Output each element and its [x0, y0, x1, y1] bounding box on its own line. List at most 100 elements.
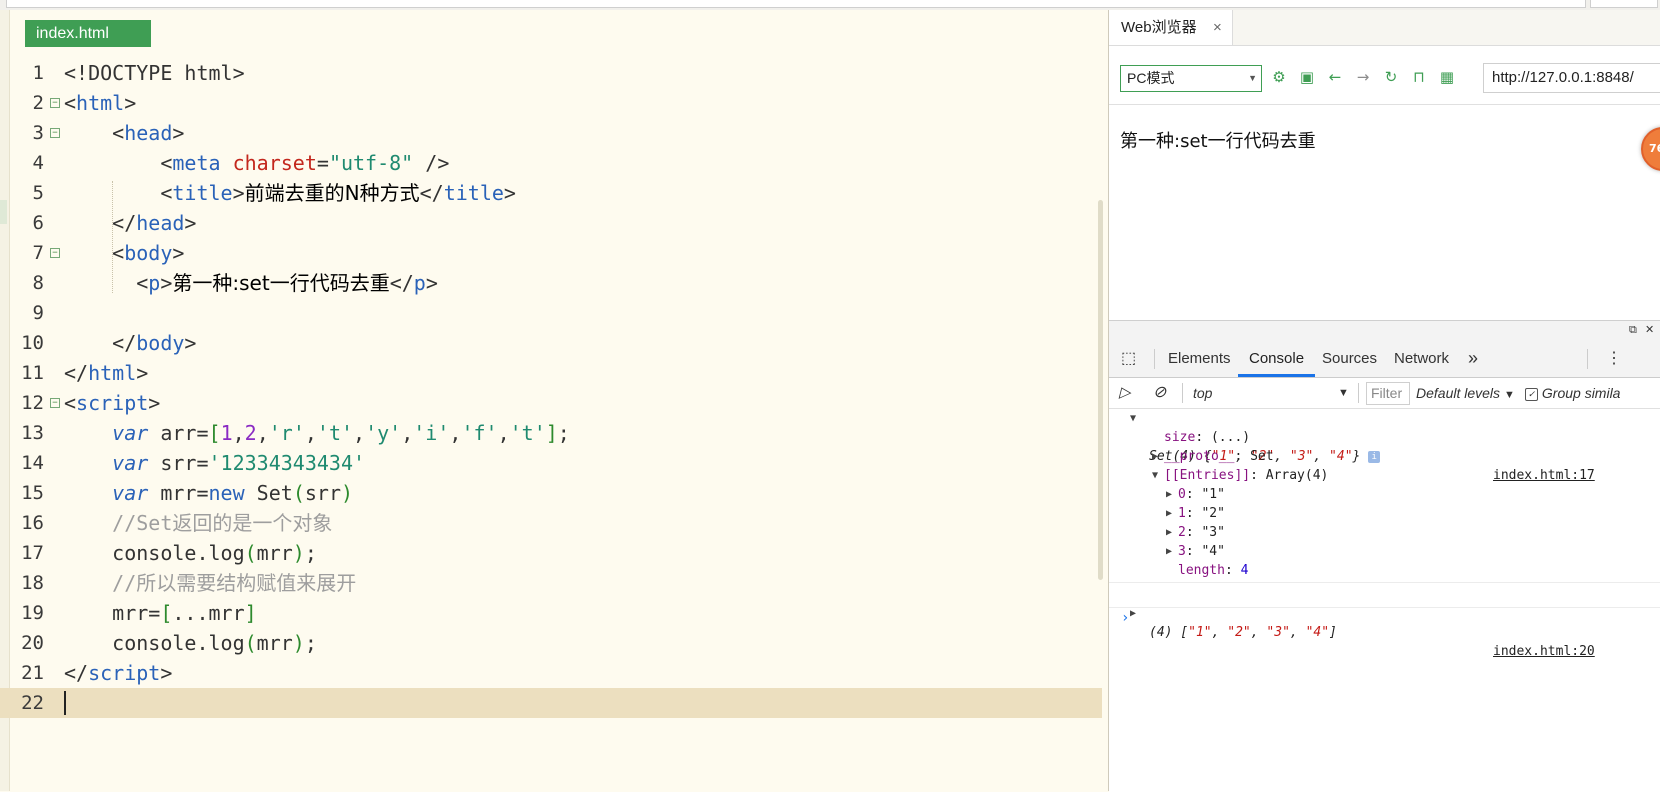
- console-prop-proto[interactable]: ▶ __proto__: Set: [1109, 447, 1660, 466]
- close-icon[interactable]: ×: [1213, 10, 1222, 45]
- code-text: var srr='12334343434': [112, 451, 366, 475]
- code-line[interactable]: 6 </head>: [0, 208, 1108, 238]
- file-tab-index-html[interactable]: index.html: [25, 20, 151, 47]
- expand-triangle-icon[interactable]: ▶: [1166, 523, 1172, 542]
- tab-elements[interactable]: Elements: [1168, 340, 1231, 377]
- qr-code-icon[interactable]: ▦: [1437, 67, 1457, 87]
- code-text: <title>前端去重的N种方式</title>: [64, 181, 516, 205]
- code-line[interactable]: 17 console.log(mrr);: [0, 538, 1108, 568]
- expand-triangle-icon[interactable]: ▼: [1152, 466, 1158, 485]
- console-entry-item[interactable]: ▶ 1: "2": [1109, 504, 1660, 523]
- code-line[interactable]: 10 </body>: [0, 328, 1108, 358]
- code-text: <body>: [64, 241, 185, 265]
- sidebar-toggle-icon[interactable]: ▷: [1119, 378, 1131, 408]
- expand-triangle-icon[interactable]: ▶: [1166, 485, 1172, 504]
- code-text: //所以需要结构赋值来展开: [64, 571, 357, 595]
- code-line[interactable]: 13 var arr=[1,2,'r','t','y','i','f','t']…: [0, 418, 1108, 448]
- entry-divider: [1109, 607, 1660, 608]
- chevron-down-icon[interactable]: ▼: [1338, 378, 1349, 408]
- code-line[interactable]: 4 <meta charset="utf-8" />: [0, 148, 1108, 178]
- refresh-icon[interactable]: ↻: [1381, 67, 1401, 87]
- tab-sources[interactable]: Sources: [1322, 340, 1377, 377]
- console-prop-size: size: (...): [1164, 430, 1251, 445]
- code-line[interactable]: 8 <p>第一种:set一行代码去重</p>: [0, 268, 1108, 298]
- console-prop-entries[interactable]: ▼ [[Entries]]: Array(4): [1109, 466, 1660, 485]
- close-icon[interactable]: ✕: [1645, 323, 1654, 336]
- console-entry-item[interactable]: ▶ 0: "1": [1109, 485, 1660, 504]
- line-number: 21: [21, 662, 44, 684]
- browser-tab-bar: Web浏览器 ×: [1109, 10, 1660, 46]
- expand-triangle-icon[interactable]: ▶: [1166, 504, 1172, 523]
- expand-triangle-icon[interactable]: ▶: [1152, 447, 1158, 466]
- group-similar-checkbox[interactable]: ✓ Group simila: [1525, 378, 1620, 408]
- console-entry-item[interactable]: ▶ 3: "4": [1109, 542, 1660, 561]
- back-arrow-icon[interactable]: ←: [1325, 67, 1345, 87]
- code-line[interactable]: 3− <head>: [0, 118, 1108, 148]
- code-line[interactable]: 16 //Set返回的是一个对象: [0, 508, 1108, 538]
- forward-arrow-icon[interactable]: →: [1353, 67, 1373, 87]
- code-line[interactable]: 9: [0, 298, 1108, 328]
- console-entry-set[interactable]: ▼ Set(4) {"1", "2", "3", "4"} i index.ht…: [1109, 409, 1660, 483]
- code-text: console.log(mrr);: [64, 631, 317, 655]
- gear-icon[interactable]: ⚙: [1269, 67, 1289, 87]
- code-line[interactable]: 18 //所以需要结构赋值来展开: [0, 568, 1108, 598]
- code-text: <head>: [64, 121, 185, 145]
- code-line[interactable]: 15 var mrr=new Set(srr): [0, 478, 1108, 508]
- floating-badge[interactable]: 76: [1641, 127, 1660, 171]
- code-line[interactable]: 7− <body>: [0, 238, 1108, 268]
- code-line[interactable]: 22: [0, 688, 1102, 718]
- code-line[interactable]: 11 </html>: [0, 358, 1108, 388]
- code-line[interactable]: 2− <html>: [0, 88, 1108, 118]
- console-prompt-icon[interactable]: ›: [1121, 610, 1129, 626]
- source-link[interactable]: index.html:20: [1493, 642, 1595, 661]
- code-line[interactable]: 19 mrr=[...mrr]: [0, 598, 1108, 628]
- expand-triangle-icon[interactable]: ▶: [1166, 542, 1172, 561]
- editor-scrollbar[interactable]: [1098, 200, 1103, 580]
- console-entry-array[interactable]: ▶ (4) ["1", "2", "3", "4"] index.html:20: [1109, 585, 1660, 659]
- expand-triangle-icon[interactable]: ▼: [1130, 409, 1136, 428]
- line-number: 11: [21, 362, 44, 384]
- undock-icon[interactable]: ⧉: [1629, 323, 1637, 337]
- fold-toggle-icon[interactable]: −: [50, 248, 60, 258]
- clear-console-icon[interactable]: ⊘: [1153, 378, 1166, 408]
- code-line[interactable]: 1 <!DOCTYPE html>: [0, 58, 1108, 88]
- console-entry-item[interactable]: ▶ 2: "3": [1109, 523, 1660, 542]
- fold-toggle-icon[interactable]: −: [50, 128, 60, 138]
- code-line[interactable]: 12− <script>: [0, 388, 1108, 418]
- chevron-down-icon: ▼: [1503, 389, 1515, 401]
- lock-icon[interactable]: ⊓: [1409, 67, 1429, 87]
- code-editor[interactable]: index.html 1 <!DOCTYPE html> 2− <html> 3− <h…: [0, 10, 1108, 791]
- tab-network[interactable]: Network: [1394, 340, 1449, 377]
- web-browser-panel: Web浏览器 × PC模式 ▼ ⚙ ▣ ← → ↻ ⊓ ▦ http://127.…: [1109, 10, 1660, 792]
- devtools-window-controls: ⧉ ✕: [1109, 321, 1660, 340]
- context-select-value[interactable]: top: [1193, 378, 1212, 408]
- mode-select[interactable]: PC模式 ▼: [1120, 65, 1262, 92]
- line-number: 17: [21, 542, 44, 564]
- more-tabs-icon[interactable]: »: [1468, 340, 1478, 377]
- code-line[interactable]: 14 var srr='12334343434': [0, 448, 1108, 478]
- log-levels-select[interactable]: Default levels ▼: [1416, 378, 1515, 410]
- code-lines[interactable]: 1 <!DOCTYPE html> 2− <html> 3− <head> 4 <meta…: [0, 58, 1108, 718]
- code-text: </head>: [64, 211, 197, 235]
- text-cursor: [64, 691, 66, 715]
- code-line[interactable]: 5 <title>前端去重的N种方式</title>: [0, 178, 1108, 208]
- fold-toggle-icon[interactable]: −: [50, 98, 60, 108]
- line-number: 10: [21, 332, 44, 354]
- tab-console[interactable]: Console: [1238, 340, 1316, 377]
- code-line[interactable]: 20 console.log(mrr);: [0, 628, 1108, 658]
- terminal-icon[interactable]: ▣: [1297, 67, 1317, 87]
- line-number: 1: [32, 62, 44, 84]
- page-paragraph: 第一种:set一行代码去重: [1120, 131, 1316, 152]
- code-text: <script>: [64, 391, 161, 415]
- inspect-element-icon[interactable]: ⬚: [1121, 340, 1136, 377]
- console-filter-input[interactable]: Filter: [1366, 382, 1410, 405]
- code-line[interactable]: 21 </script>: [0, 658, 1108, 688]
- browser-toolbar: PC模式 ▼ ⚙ ▣ ← → ↻ ⊓ ▦ http://127.0.0.1:884…: [1109, 46, 1660, 105]
- menu-dots-icon[interactable]: ⋮: [1606, 340, 1622, 377]
- code-text: <html>: [64, 91, 137, 115]
- console-output: ▼ Set(4) {"1", "2", "3", "4"} i index.ht…: [1109, 409, 1660, 659]
- url-input[interactable]: http://127.0.0.1:8848/: [1483, 63, 1660, 93]
- code-text: mrr=[...mrr]: [64, 601, 257, 625]
- browser-tab[interactable]: Web浏览器 ×: [1109, 10, 1233, 45]
- fold-toggle-icon[interactable]: −: [50, 398, 60, 408]
